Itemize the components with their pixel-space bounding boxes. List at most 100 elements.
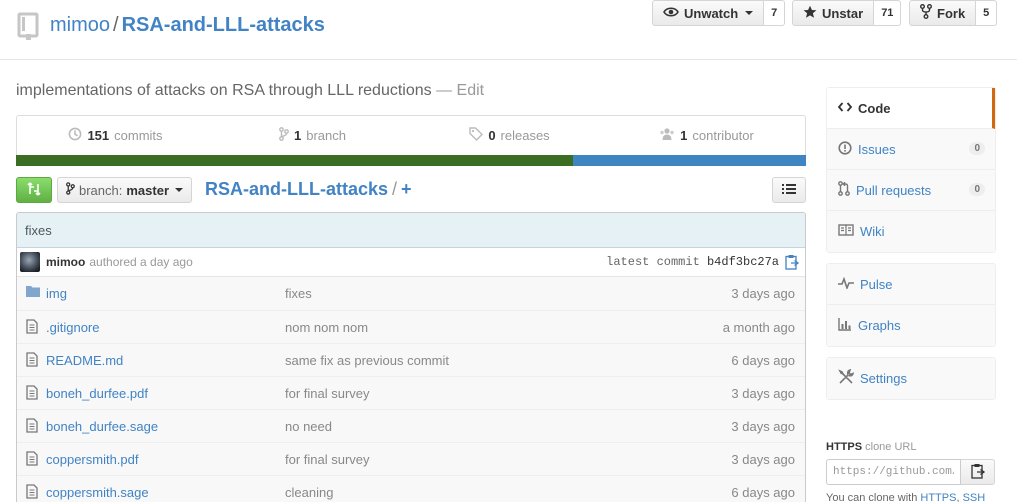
file-commit-message-link[interactable]: fixes — [285, 286, 312, 301]
file-commit-message-link[interactable]: no need — [285, 419, 332, 434]
file-name-link[interactable]: README.md — [46, 353, 123, 368]
edit-description-link[interactable]: Edit — [457, 82, 485, 99]
language-segment-2[interactable] — [572, 155, 806, 166]
watchers-count[interactable]: 7 — [764, 0, 786, 26]
clone-protocol: HTTPS — [826, 441, 863, 453]
file-commit-message-link[interactable]: for final survey — [285, 452, 370, 467]
graph-icon — [838, 317, 852, 334]
unstar-button[interactable]: Unstar — [792, 0, 875, 26]
file-name-link[interactable]: .gitignore — [46, 320, 99, 335]
new-file-link[interactable]: + — [401, 179, 412, 199]
repo-icon — [17, 12, 39, 40]
latest-commit-label: latest commit — [606, 255, 700, 269]
table-row[interactable]: .gitignore nom nom nom a month ago — [17, 310, 805, 343]
tools-icon — [838, 368, 855, 388]
releases-count: 0 — [488, 128, 496, 143]
eye-icon — [663, 6, 679, 21]
sidebar-item-wiki[interactable]: Wiki — [827, 211, 995, 252]
stargazers-count[interactable]: 71 — [874, 0, 902, 26]
sidebar-item-pull-requests[interactable]: Pull requests 0 — [827, 170, 995, 211]
clone-url-input[interactable] — [826, 459, 961, 485]
commit-title: fixes — [17, 213, 805, 248]
forks-count[interactable]: 5 — [976, 0, 998, 26]
branch-select-label: branch: — [79, 182, 123, 198]
commits-link[interactable]: 151 commits — [17, 116, 214, 155]
fork-icon — [920, 4, 932, 22]
file-commit-message-link[interactable]: for final survey — [285, 386, 370, 401]
contributors-count: 1 — [680, 128, 688, 143]
sidebar-item-label: Code — [858, 100, 891, 116]
branches-link[interactable]: 1 branch — [214, 116, 411, 155]
sidebar-item-pulse[interactable]: Pulse — [827, 264, 995, 305]
repo-description-text: implementations of attacks on RSA throug… — [16, 82, 432, 99]
sidebar-item-issues[interactable]: Issues 0 — [827, 129, 995, 170]
file-icon — [26, 352, 38, 370]
avatar[interactable] — [20, 252, 40, 272]
list-view-button[interactable] — [772, 177, 806, 203]
repo-name-link[interactable]: RSA-and-LLL-attacks — [122, 14, 325, 36]
file-age: 6 days ago — [731, 352, 795, 368]
file-age: 3 days ago — [731, 385, 795, 401]
branch-select-button[interactable]: branch: master — [57, 177, 193, 203]
releases-link[interactable]: 0 releases — [411, 116, 608, 155]
issue-icon — [838, 140, 852, 158]
repo-title: mimoo / RSA-and-LLL-attacks — [50, 12, 325, 38]
star-group: Unstar 71 — [792, 0, 902, 26]
commit-author-link[interactable]: mimoo — [46, 255, 85, 269]
sidebar-group-settings: Settings — [826, 357, 996, 400]
contributors-label: contributor — [692, 128, 754, 143]
file-commit-message-link[interactable]: cleaning — [285, 485, 333, 500]
tag-icon — [469, 127, 484, 144]
language-bar[interactable] — [16, 155, 806, 166]
repo-owner-link[interactable]: mimoo — [50, 14, 110, 36]
clone-ssh-link[interactable]: SSH — [963, 492, 986, 502]
sidebar-item-label: Pull requests — [856, 182, 932, 198]
branch-select-value: master — [126, 182, 170, 198]
folder-icon — [26, 285, 40, 300]
file-name-link[interactable]: coppersmith.pdf — [46, 452, 139, 467]
code-icon — [837, 101, 853, 116]
numbers-summary: 151 commits 1 branch 0 releases 1 contri… — [16, 115, 806, 155]
clone-help-text: You can clone with HTTPS, SSH — [826, 492, 985, 502]
fork-button[interactable]: Fork — [909, 0, 977, 26]
clone-https-link[interactable]: HTTPS — [920, 492, 956, 502]
file-commit-message-link[interactable]: same fix as previous commit — [285, 353, 449, 368]
file-icon — [26, 418, 38, 436]
file-commit-message-link[interactable]: nom nom nom — [285, 320, 368, 335]
breadcrumb-root-link[interactable]: RSA-and-LLL-attacks — [205, 179, 388, 199]
chevron-down-icon — [175, 188, 184, 192]
table-row[interactable]: img fixes 3 days ago — [17, 277, 805, 310]
unwatch-button[interactable]: Unwatch — [652, 0, 765, 26]
file-icon — [26, 484, 38, 502]
clipboard-icon[interactable] — [785, 254, 800, 273]
sidebar-item-graphs[interactable]: Graphs — [827, 305, 995, 346]
sidebar-group-main: Code Issues 0 Pull requests 0 Wiki — [826, 87, 996, 253]
file-icon — [26, 319, 38, 337]
table-row[interactable]: coppersmith.pdf for final survey 3 days ag… — [17, 442, 805, 475]
compare-review-button[interactable] — [16, 177, 52, 203]
file-name-link[interactable]: boneh_durfee.pdf — [46, 386, 148, 401]
commit-sha-link[interactable]: b4df3bc27a — [707, 255, 779, 269]
file-name-link[interactable]: boneh_durfee.sage — [46, 419, 158, 434]
commit-message-link[interactable]: fixes — [25, 223, 52, 238]
releases-label: releases — [500, 128, 550, 143]
file-name-link[interactable]: img — [46, 286, 67, 301]
star-icon — [803, 5, 817, 22]
table-row[interactable]: boneh_durfee.pdf for final survey 3 days a… — [17, 376, 805, 409]
commits-count: 151 — [87, 128, 110, 143]
contributors-link[interactable]: 1 contributor — [608, 116, 805, 155]
watch-group: Unwatch 7 — [652, 0, 786, 26]
fork-label: Fork — [937, 5, 966, 21]
table-row[interactable]: boneh_durfee.sage no need 3 days ago — [17, 409, 805, 442]
list-icon — [782, 183, 796, 198]
book-icon — [838, 224, 854, 239]
sidebar-item-settings[interactable]: Settings — [827, 358, 995, 399]
repo-sidebar: Code Issues 0 Pull requests 0 Wiki Pulse… — [826, 87, 996, 410]
sidebar-item-code[interactable]: Code — [827, 88, 995, 129]
copy-clone-url-button[interactable] — [961, 459, 995, 485]
table-row[interactable]: coppersmith.sage cleaning 6 days ago — [17, 475, 805, 502]
file-icon — [26, 385, 38, 403]
file-name-link[interactable]: coppersmith.sage — [46, 485, 149, 500]
language-segment-1[interactable] — [16, 155, 573, 166]
table-row[interactable]: README.md same fix as previous commit 6 da… — [17, 343, 805, 376]
